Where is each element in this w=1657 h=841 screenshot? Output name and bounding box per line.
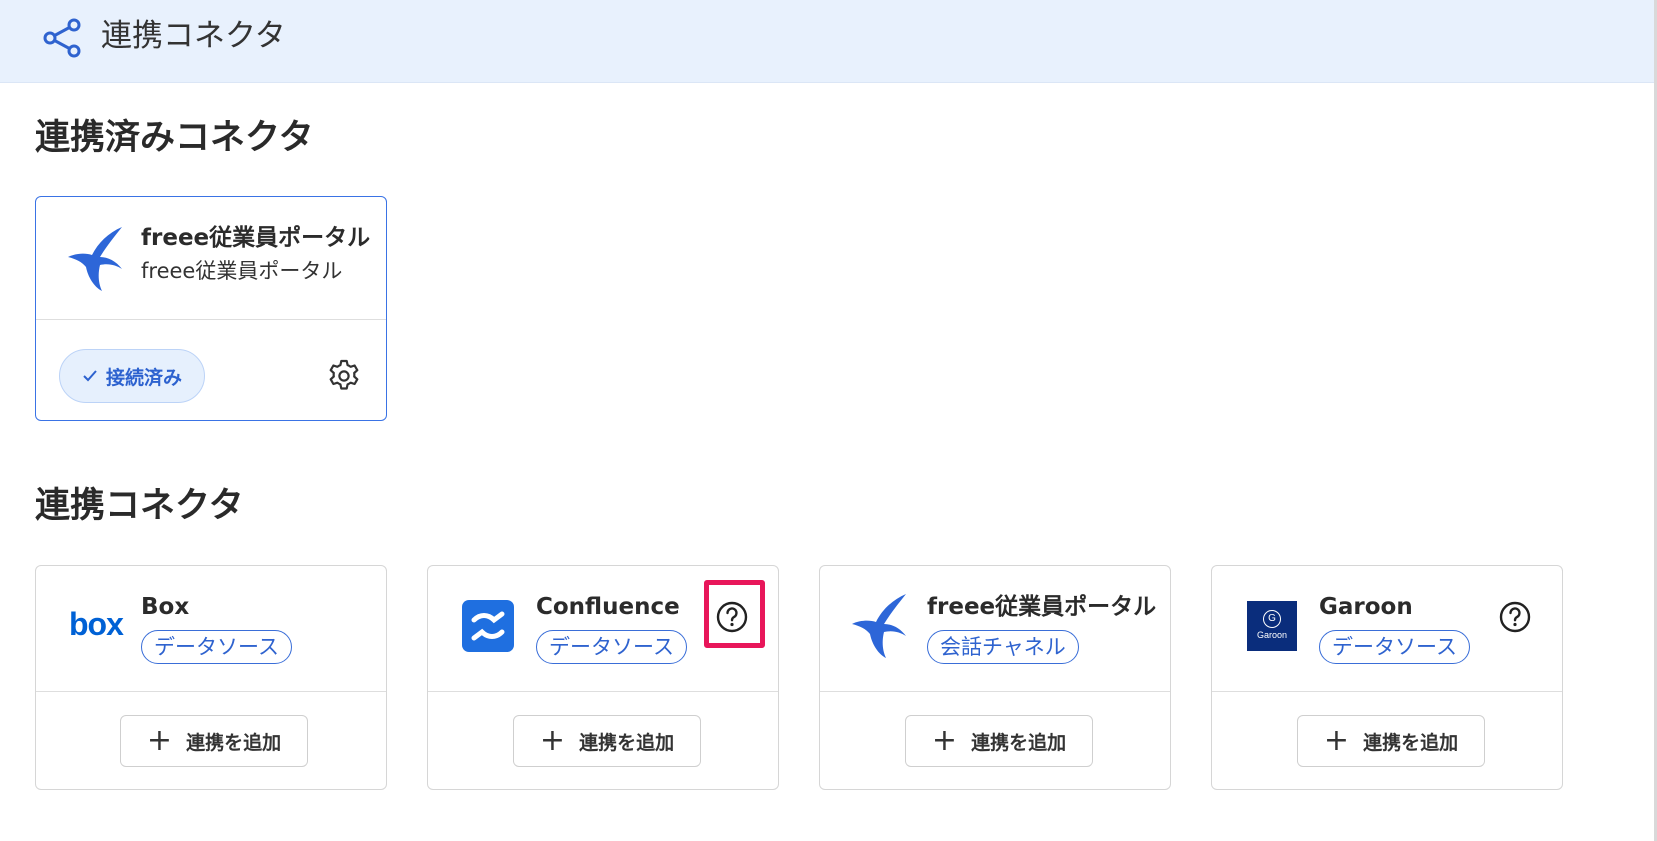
plus-icon: + bbox=[931, 723, 958, 758]
settings-gear-button[interactable] bbox=[326, 358, 362, 394]
status-label: 接続済み bbox=[105, 366, 182, 389]
connector-card-box: box Box データソース + 連携を追加 bbox=[35, 565, 387, 790]
check-icon bbox=[83, 370, 97, 382]
page-title: 連携コネクタ bbox=[101, 18, 286, 54]
connector-type-tag: データソース bbox=[536, 630, 687, 664]
connector-name: freee従業員ポータル bbox=[141, 225, 371, 251]
garoon-logo-text: Garoon bbox=[1256, 630, 1288, 640]
freee-bird-logo bbox=[68, 227, 122, 291]
connector-type-tag: 会話チャネル bbox=[927, 630, 1079, 664]
connected-status-badge: 接続済み bbox=[59, 349, 205, 403]
plus-icon: + bbox=[146, 723, 173, 758]
confluence-logo bbox=[462, 600, 514, 652]
connector-name: Box bbox=[141, 594, 190, 620]
freee-bird-logo bbox=[852, 594, 906, 658]
connected-section-heading: 連携済みコネクタ bbox=[35, 118, 314, 158]
connector-card-garoon: G Garoon Garoon データソース + 連携を追加 bbox=[1211, 565, 1563, 790]
add-connection-button[interactable]: + 連携を追加 bbox=[905, 715, 1093, 767]
page-header: 連携コネクタ bbox=[0, 0, 1657, 83]
add-connection-button[interactable]: + 連携を追加 bbox=[120, 715, 308, 767]
help-icon-highlight bbox=[704, 580, 765, 648]
connector-type-tag: データソース bbox=[1319, 630, 1470, 664]
add-connection-button[interactable]: + 連携を追加 bbox=[1297, 715, 1485, 767]
garoon-logo: G Garoon bbox=[1247, 601, 1297, 651]
box-logo: box bbox=[69, 606, 124, 642]
connector-type-tag: データソース bbox=[141, 630, 292, 664]
page: 連携コネクタ 連携済みコネクタ freee従業員ポータル freee従業員ポータ… bbox=[0, 0, 1657, 841]
garoon-logo-letter: G bbox=[1263, 610, 1281, 628]
connector-name: Confluence bbox=[536, 594, 680, 620]
plus-icon: + bbox=[1323, 723, 1350, 758]
connectors-section-heading: 連携コネクタ bbox=[35, 486, 244, 526]
add-connection-label: 連携を追加 bbox=[971, 731, 1067, 754]
help-icon[interactable] bbox=[1498, 600, 1532, 634]
connector-subtitle: freee従業員ポータル bbox=[141, 259, 343, 283]
connector-name: Garoon bbox=[1319, 594, 1413, 620]
connector-card-freee: freee従業員ポータル 会話チャネル + 連携を追加 bbox=[819, 565, 1171, 790]
add-connection-label: 連携を追加 bbox=[186, 731, 282, 754]
plus-icon: + bbox=[539, 723, 566, 758]
add-connection-label: 連携を追加 bbox=[579, 731, 675, 754]
add-connection-button[interactable]: + 連携を追加 bbox=[513, 715, 701, 767]
connected-card-freee: freee従業員ポータル freee従業員ポータル 接続済み bbox=[35, 196, 387, 421]
share-icon bbox=[43, 18, 81, 58]
add-connection-label: 連携を追加 bbox=[1363, 731, 1459, 754]
connector-name: freee従業員ポータル bbox=[927, 594, 1157, 620]
